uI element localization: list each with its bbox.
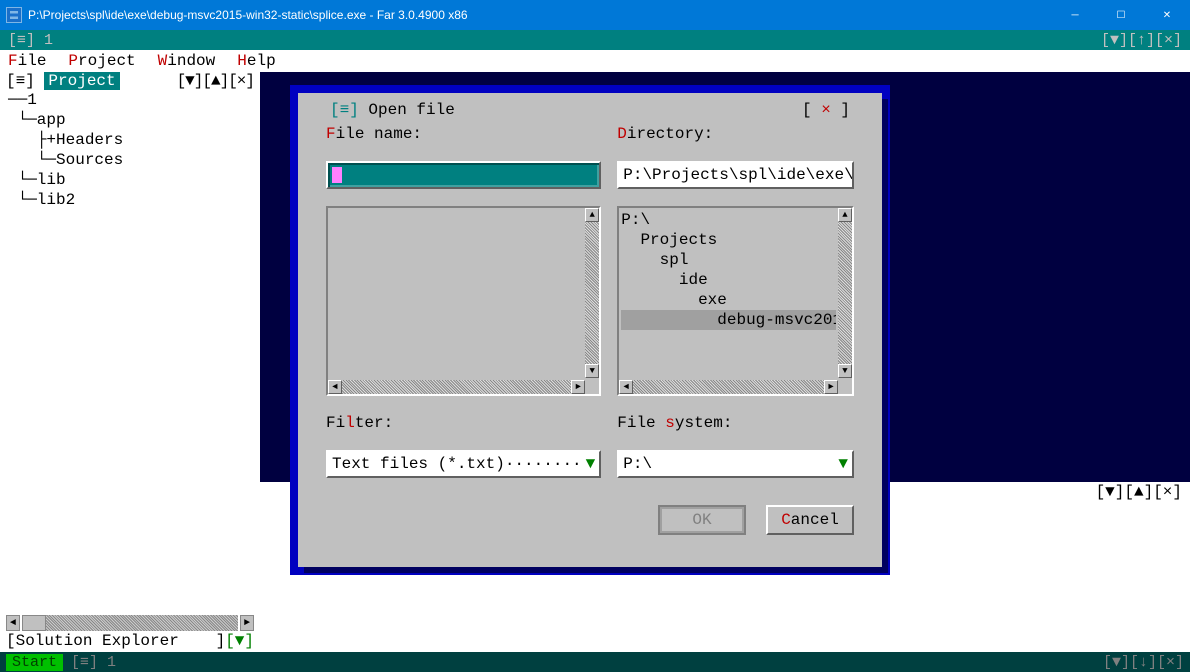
scroll-right-icon[interactable]: ► — [824, 380, 838, 394]
solution-explorer-panel: [≡] Project [▼][▲][×] ──1 └─app ├+Header… — [0, 72, 260, 652]
files-vertical-scrollbar[interactable]: ▲▼ — [585, 208, 599, 378]
dir-tree-row[interactable]: exe — [621, 291, 727, 309]
filter-combobox[interactable]: Text files (*.txt)········▼ — [326, 450, 601, 478]
files-listbox[interactable]: ▲▼ ◄► — [326, 206, 601, 396]
window-maximize-button[interactable]: ☐ — [1098, 0, 1144, 30]
filename-input[interactable] — [326, 161, 601, 189]
scroll-left-icon[interactable]: ◄ — [619, 380, 633, 394]
scroll-down-icon[interactable]: ▼ — [585, 364, 599, 378]
panel-footer-dropdown-icon[interactable]: [▼] — [225, 632, 254, 650]
menu-window[interactable]: Window — [158, 52, 216, 70]
open-file-dialog: [≡] Open file [ × ] File name: Directory… — [290, 85, 890, 575]
menu-bar: File Project Window Help — [0, 50, 1190, 72]
filesystem-combobox[interactable]: P:\▼ — [617, 450, 854, 478]
dir-tree-row[interactable]: debug-msvc2015-win32-st — [621, 310, 836, 330]
cancel-button[interactable]: Cancel — [766, 505, 854, 535]
filesystem-label: File system: — [617, 414, 854, 442]
dropdown-icon[interactable]: ▼ — [582, 455, 596, 473]
bottom-status-bar: Start [≡] 1 [▼][↓][×] — [0, 652, 1190, 672]
scroll-thumb[interactable] — [22, 615, 46, 631]
tree-row[interactable]: └─app — [8, 110, 252, 130]
panel-footer-label: [Solution Explorer — [6, 632, 179, 650]
dir-tree-row[interactable]: spl — [621, 251, 688, 269]
tree-row[interactable]: └─lib — [8, 170, 252, 190]
scroll-right-icon[interactable]: ► — [240, 615, 254, 631]
scroll-up-icon[interactable]: ▲ — [585, 208, 599, 222]
scroll-left-icon[interactable]: ◄ — [328, 380, 342, 394]
tree-row[interactable]: ──1 — [8, 90, 252, 110]
tree-row[interactable]: ├+Headers — [8, 130, 252, 150]
filter-label: Filter: — [326, 414, 601, 442]
dialog-title: Open file — [368, 101, 454, 119]
panel-title: Project — [44, 72, 119, 90]
window-close-button[interactable]: ✕ — [1144, 0, 1190, 30]
scroll-up-icon[interactable]: ▲ — [838, 208, 852, 222]
app-icon — [6, 7, 22, 23]
dialog-menu-icon[interactable]: [≡] — [330, 101, 359, 119]
scroll-left-icon[interactable]: ◄ — [6, 615, 20, 631]
window-minimize-button[interactable]: ─ — [1052, 0, 1098, 30]
filename-label: File name: — [326, 125, 601, 153]
dir-tree-row[interactable]: P:\ — [621, 211, 650, 229]
tree-row[interactable]: └─Sources — [8, 150, 252, 170]
dir-tree-row[interactable]: ide — [621, 271, 707, 289]
start-button[interactable]: Start — [6, 654, 63, 671]
panel-horizontal-scrollbar[interactable]: ◄ ► — [6, 614, 254, 632]
top-status-right[interactable]: [▼][↑][×] — [1101, 32, 1182, 49]
top-status-left[interactable]: [≡] 1 — [8, 32, 53, 49]
top-status-bar: [≡] 1 [▼][↑][×] — [0, 30, 1190, 50]
dropdown-icon[interactable]: ▼ — [834, 455, 848, 473]
editor-status-buttons[interactable]: [▼][▲][×] — [1096, 483, 1182, 501]
directory-label: Directory: — [617, 125, 854, 153]
dir-tree-row[interactable]: Projects — [621, 231, 717, 249]
menu-file[interactable]: File — [8, 52, 46, 70]
window-titlebar: P:\Projects\spl\ide\exe\debug-msvc2015-w… — [0, 0, 1190, 30]
bottom-status-right[interactable]: [▼][↓][×] — [1103, 654, 1184, 671]
scroll-right-icon[interactable]: ► — [571, 380, 585, 394]
window-title: P:\Projects\spl\ide\exe\debug-msvc2015-w… — [28, 8, 1052, 22]
text-caret — [332, 167, 342, 183]
tree-row[interactable]: └─lib2 — [8, 190, 252, 210]
dirs-horizontal-scrollbar[interactable]: ◄► — [619, 380, 852, 394]
project-tree[interactable]: ──1 └─app ├+Headers └─Sources └─lib └─li… — [6, 90, 254, 212]
directory-tree-listbox[interactable]: P:\ Projects spl ide exe debug-msvc2015-… — [617, 206, 854, 396]
bottom-status-segment[interactable]: [≡] 1 — [71, 654, 116, 671]
directory-input[interactable]: P:\Projects\spl\ide\exe\debu — [617, 161, 854, 189]
panel-footer-close: ] — [216, 632, 226, 650]
panel-title-buttons[interactable]: [▼][▲][×] — [177, 72, 254, 90]
dirs-vertical-scrollbar[interactable]: ▲▼ — [838, 208, 852, 378]
scroll-down-icon[interactable]: ▼ — [838, 364, 852, 378]
menu-project[interactable]: Project — [68, 52, 135, 70]
menu-help[interactable]: Help — [237, 52, 275, 70]
ok-button[interactable]: OK — [658, 505, 746, 535]
panel-menu-icon[interactable]: [≡] — [6, 72, 35, 90]
dialog-close-button[interactable]: [ × ] — [802, 101, 850, 119]
files-horizontal-scrollbar[interactable]: ◄► — [328, 380, 599, 394]
